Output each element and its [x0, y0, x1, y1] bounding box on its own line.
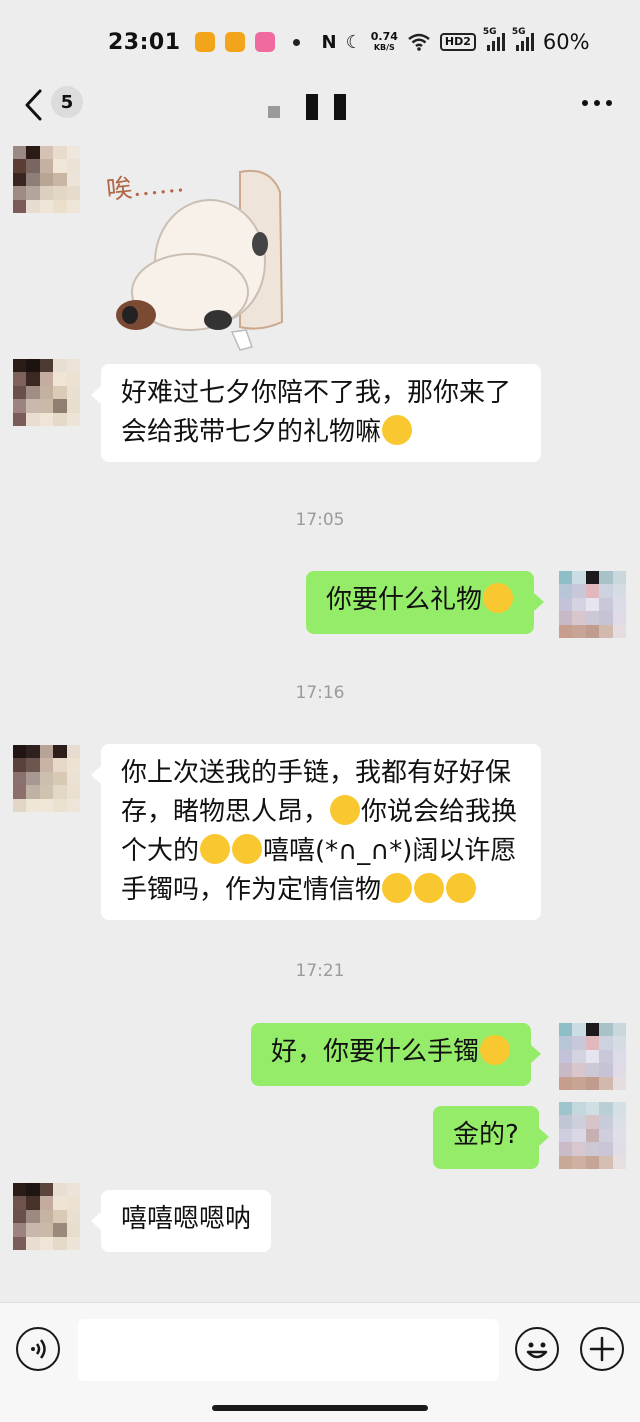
- message-text: 好难过七夕你陪不了我，那你来了: [121, 378, 512, 408]
- message-text: 你上次送我的手链，我都有好好保: [121, 758, 512, 788]
- emoji-face-icon[interactable]: [515, 1327, 559, 1371]
- net-speed: 0.74 KB/S: [371, 31, 398, 53]
- imou-app-icon: [224, 32, 245, 52]
- my-avatar[interactable]: [559, 1102, 626, 1169]
- pleading-emoji-icon: [330, 795, 361, 825]
- more-dots-icon[interactable]: [582, 100, 612, 106]
- plus-icon[interactable]: [580, 1327, 624, 1371]
- grin-emoji-icon: [480, 1035, 511, 1065]
- app-notification-icon: [194, 32, 215, 52]
- my-avatar[interactable]: [559, 1023, 626, 1090]
- message-timestamp: 17:05: [295, 510, 345, 530]
- home-indicator[interactable]: [212, 1405, 428, 1411]
- network-label-1: 5G: [482, 27, 497, 37]
- hd-icon: HD2: [439, 33, 476, 51]
- hugging-emoji-icon: [232, 834, 263, 864]
- my-avatar[interactable]: [559, 571, 626, 638]
- contact-avatar[interactable]: [13, 1183, 80, 1250]
- message-bubble-outgoing[interactable]: 好，你要什么手镯: [251, 1023, 542, 1086]
- more-notifications-dot-icon: [292, 38, 300, 46]
- network-label-2: 5G: [511, 27, 526, 37]
- message-text: 你要什么礼物: [326, 585, 483, 615]
- contact-avatar[interactable]: [13, 359, 80, 426]
- chat-header: 5: [0, 84, 640, 140]
- contact-avatar[interactable]: [13, 745, 80, 812]
- grin-emoji-icon: [483, 583, 514, 613]
- bilibili-app-icon: [254, 32, 275, 52]
- moon-icon: ☾: [345, 31, 362, 53]
- message-bubble-outgoing[interactable]: 你要什么礼物: [306, 571, 545, 634]
- hugging-emoji-icon: [200, 834, 231, 864]
- blush-emoji-icon: [414, 873, 445, 903]
- message-input[interactable]: [78, 1319, 499, 1381]
- input-bar: [0, 1302, 640, 1422]
- signal-icon-1: 5G: [483, 27, 505, 51]
- voice-icon[interactable]: [16, 1327, 60, 1371]
- sticker-image[interactable]: 唉……: [100, 152, 300, 357]
- message-text: 你说会给我换: [361, 797, 518, 827]
- unread-count-badge[interactable]: 5: [51, 86, 83, 118]
- message-text: 金的?: [453, 1120, 519, 1150]
- message-bubble-incoming[interactable]: 你上次送我的手链，我都有好好保 存，睹物思人昂， 你说会给我换 个大的 嘻嘻(*∩_…: [91, 744, 541, 920]
- blush-emoji-icon: [446, 873, 477, 903]
- wifi-icon: [408, 33, 430, 51]
- message-bubble-incoming[interactable]: 嘻嘻嗯嗯呐: [90, 1190, 272, 1252]
- message-text: 会给我带七夕的礼物嘛: [121, 417, 382, 447]
- raccoon-sticker-drawing: [116, 170, 284, 351]
- message-bubble-outgoing[interactable]: 金的?: [433, 1106, 549, 1169]
- battery-level: 60%: [542, 30, 590, 54]
- nfc-icon: N: [321, 31, 337, 53]
- net-speed-value: 0.74: [370, 30, 398, 43]
- status-bar: 23:01 N ☾ 0.74 KB/S HD2 5G 5G 60%: [0, 0, 640, 84]
- message-text: 个大的: [121, 836, 200, 866]
- back-chevron-icon[interactable]: [22, 88, 48, 122]
- message-text: 存，睹物思人昂，: [121, 797, 330, 827]
- message-timestamp: 17:21: [295, 961, 345, 981]
- message-bubble-incoming[interactable]: 好难过七夕你陪不了我，那你来了 会给我带七夕的礼物嘛: [91, 364, 541, 462]
- message-text: 嘻嘻嗯嗯呐: [121, 1204, 252, 1234]
- message-text: 嘻嘻(*∩_∩*)阔以许愿: [263, 836, 517, 866]
- contact-avatar[interactable]: [13, 146, 80, 213]
- signal-icon-2: 5G: [512, 27, 534, 51]
- status-time: 23:01: [108, 29, 181, 55]
- net-speed-unit: KB/S: [373, 43, 395, 52]
- message-text: 好，你要什么手镯: [271, 1037, 480, 1067]
- message-list: 唉…… 好难过七夕你陪不了我，那你来了 会给我带七夕的礼物嘛 17:05 你要什…: [0, 140, 640, 1302]
- message-text: 手镯吗，作为定情信物: [121, 875, 382, 905]
- blush-emoji-icon: [382, 873, 413, 903]
- message-timestamp: 17:16: [295, 683, 345, 703]
- blush-emoji-icon: [382, 415, 413, 445]
